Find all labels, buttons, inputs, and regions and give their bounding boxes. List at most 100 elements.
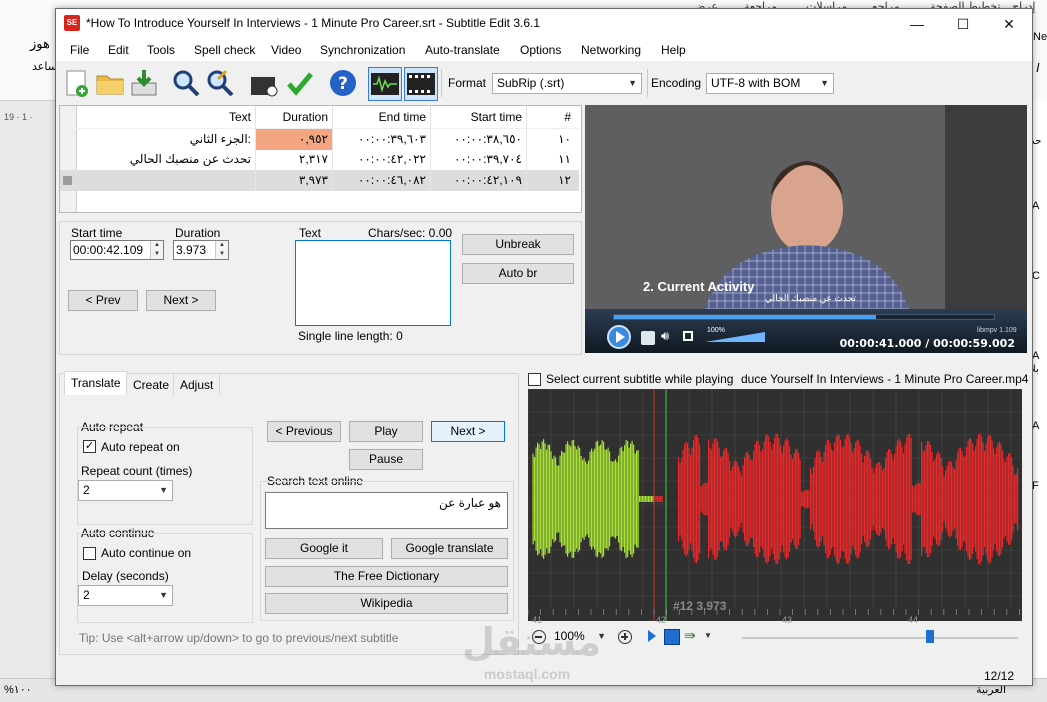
duration-input[interactable]: 3.973 ▲ ▼ [173,240,229,260]
menu-synchronization[interactable]: Synchronization [320,43,405,57]
menu-edit[interactable]: Edit [108,43,129,57]
maximize-button[interactable]: ☐ [940,9,986,39]
select-while-playing-checkbox[interactable] [528,373,541,386]
play-selection-icon[interactable] [648,630,656,642]
column-header-end-time[interactable]: End time [333,106,431,128]
waveform-bar [568,444,570,554]
auto-continue-label: Auto continue on [101,546,192,560]
fullscreen-icon[interactable] [683,331,693,341]
menu-spell-check[interactable]: Spell check [194,43,255,57]
waveform-bar [658,496,660,502]
zoom-dropdown[interactable]: 100% ▼ [550,628,610,646]
delay-dropdown[interactable]: 2 ▼ [78,585,173,606]
menu-help[interactable]: Help [661,43,686,57]
arrows-forward-icon[interactable]: ⇛ [684,627,696,644]
waveform-bar [643,496,645,502]
replace-icon[interactable] [204,67,236,99]
visual-sync-icon[interactable] [248,67,280,99]
zoom-out-icon[interactable] [532,630,546,644]
waveform-bar [708,439,710,559]
bg-letter: A [1032,200,1040,212]
waveform-bar [804,490,806,508]
auto-repeat-checkbox[interactable]: ✓ [83,440,96,453]
spell-check-icon[interactable] [284,67,316,99]
tab-translate[interactable]: Translate [64,371,128,395]
position-slider-track[interactable] [742,637,1018,639]
play-icon[interactable] [607,325,631,349]
menu-auto-translate[interactable]: Auto-translate [425,43,500,57]
column-header-text[interactable]: Text [76,106,256,128]
close-button[interactable]: ✕ [986,9,1032,39]
format-dropdown[interactable]: SubRip (.srt) ▼ [492,73,642,94]
tab-adjust[interactable]: Adjust [173,373,221,395]
chevron-down-icon[interactable]: ▼ [704,631,712,640]
waveform-bar [556,465,558,533]
waveform-bar [685,441,687,557]
tab-create[interactable]: Create [126,373,177,395]
spinner-arrows-icon[interactable]: ▲ ▼ [150,241,163,259]
translate-next-button[interactable]: Next > [431,421,505,442]
table-row-selected[interactable]: ٣,٩٧٣ ٠٠:٠٠:٤٦,٠٨٢ ٠٠:٠٠:٤٢,١٠٩ ١٢ [60,170,579,191]
column-header-start-time[interactable]: Start time [431,106,527,128]
menu-file[interactable]: File [70,43,89,57]
zoom-in-icon[interactable] [618,630,632,644]
stop-icon[interactable] [641,331,655,345]
menu-options[interactable]: Options [520,43,561,57]
new-file-icon[interactable] [60,67,92,99]
subtitle-grid[interactable]: Text Duration End time Start time # الجز… [59,105,582,213]
video-player[interactable]: 2. Current Activity تحدث عن منصبك الحالي… [585,105,1027,353]
audio-waveform[interactable]: #12 3.973 41 42 43 44 [527,388,1022,625]
next-button[interactable]: Next > [146,290,216,311]
waveform-bar [636,450,638,548]
volume-icon[interactable]: 🔊︎ [661,328,669,344]
play-button[interactable]: Play [349,421,423,442]
repeat-count-dropdown[interactable]: 2 ▼ [78,480,173,501]
waveform-bar [973,450,975,548]
waveform-canvas[interactable] [527,388,1022,621]
waveform-bar [873,473,875,525]
help-icon[interactable]: ? [327,67,359,99]
save-icon[interactable] [128,67,160,99]
waveform-bar [571,440,573,558]
wikipedia-button[interactable]: Wikipedia [265,593,508,614]
table-row[interactable]: الجزء الثاني: ٠,٩٥٢ ٠٠:٠٠:٣٩,٦٠٣ ٠٠:٠٠:٣… [76,128,579,150]
free-dictionary-button[interactable]: The Free Dictionary [265,566,508,587]
waveform-bar [745,452,747,546]
table-row[interactable]: تحدث عن منصبك الحالي ٢,٣١٧ ٠٠:٠٠:٤٢,٠٢٢ … [76,149,579,170]
waveform-bar [958,448,960,550]
menu-tools[interactable]: Tools [147,43,175,57]
prev-button[interactable]: < Prev [68,290,138,311]
video-toggle-icon[interactable] [404,67,438,101]
title-bar[interactable]: SE *How To Introduce Yourself In Intervi… [56,9,1032,39]
column-header-duration[interactable]: Duration [256,106,333,128]
google-translate-button[interactable]: Google translate [391,538,508,559]
position-slider-thumb[interactable] [926,630,934,643]
menu-video[interactable]: Video [271,43,301,57]
unbreak-button[interactable]: Unbreak [462,234,574,255]
encoding-dropdown[interactable]: UTF-8 with BOM ▼ [706,73,834,94]
video-progress-bar[interactable] [613,314,995,320]
window-title: *How To Introduce Yourself In Interviews… [86,16,541,30]
waveform-grid-icon[interactable] [664,629,680,645]
waveform-bar [625,439,627,559]
subtitle-text-input[interactable] [295,240,451,326]
waveform-toggle-icon[interactable] [368,67,402,101]
start-time-input[interactable]: 00:00:42.109 ▲ ▼ [70,240,164,260]
waveform-bar [847,433,849,565]
previous-button[interactable]: < Previous [267,421,341,442]
minimize-button[interactable]: — [894,9,940,39]
auto-continue-checkbox[interactable] [83,547,96,560]
waveform-bar [541,441,543,557]
open-folder-icon[interactable] [94,67,126,99]
find-icon[interactable] [170,67,202,99]
cell-end-time: ٠٠:٠٠:٤٢,٠٢٢ [333,149,431,170]
waveform-bar [738,466,740,532]
search-text-input[interactable]: هو عبارة عن [265,492,508,529]
google-it-button[interactable]: Google it [265,538,383,559]
auto-br-button[interactable]: Auto br [462,263,574,284]
column-header-number[interactable]: # [527,106,579,128]
spinner-arrows-icon[interactable]: ▲ ▼ [215,241,228,259]
pause-button[interactable]: Pause [349,449,423,470]
menu-networking[interactable]: Networking [581,43,641,57]
waveform-bar [928,440,930,558]
